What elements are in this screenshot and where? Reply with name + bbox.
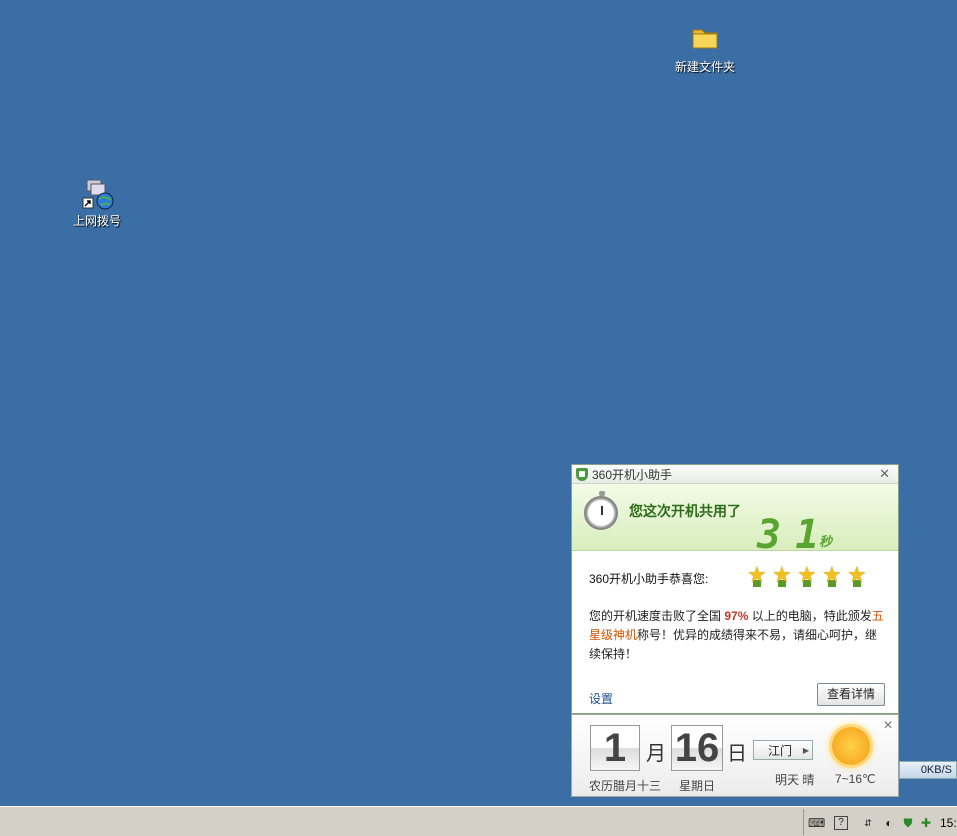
- help-icon[interactable]: ?: [834, 816, 848, 830]
- antivirus-icon[interactable]: ◐: [881, 816, 897, 830]
- keyboard-icon[interactable]: ⌨: [808, 816, 825, 830]
- boot-seconds-unit: 秒: [819, 534, 833, 549]
- star-medal-icon: ★: [747, 562, 767, 587]
- taskbar: ⌨ ? ⇵ ◐ ⛊ ✚ 15:: [0, 806, 957, 836]
- result-paragraph: 您的开机速度击败了全国 97% 以上的电脑，特此颁发五星级神机称号！优异的成绩得…: [589, 607, 889, 664]
- congrats-text: 360开机小助手恭喜您:: [589, 572, 709, 586]
- stopwatch-icon: [584, 491, 618, 530]
- city-selector[interactable]: 江门 ▶: [753, 740, 813, 760]
- weekday: 星期日: [679, 779, 716, 793]
- day-label: 日: [727, 743, 747, 765]
- network-dialup-icon: [81, 178, 114, 210]
- lunar-date: 农历腊月十三: [589, 779, 662, 793]
- network-speed-indicator: 0KB/S: [899, 761, 957, 779]
- result-text-2: 以上的电脑，特此颁发: [751, 609, 872, 623]
- city-name: 江门: [768, 744, 793, 758]
- popup-title: 360开机小助手: [592, 467, 673, 482]
- input-switch-icon[interactable]: ⇵: [860, 816, 876, 830]
- system-tray: ⌨ ? ⇵ ◐ ⛊ ✚ 15:: [803, 809, 957, 835]
- temperature-range: 7~16℃: [835, 772, 876, 786]
- shield-icon: [576, 467, 588, 481]
- month-label: 月: [646, 743, 666, 765]
- desktop-icon-dialup[interactable]: 上网拨号: [52, 178, 142, 229]
- close-icon[interactable]: ✕: [879, 466, 890, 482]
- popup-titlebar: 360开机小助手 ✕: [572, 465, 898, 484]
- star-medal-icon: ★: [822, 562, 842, 587]
- month-card: 1: [590, 725, 640, 771]
- beat-percent: 97%: [724, 609, 749, 623]
- view-details-button[interactable]: 查看详情: [817, 683, 885, 706]
- star-medal-icon: ★: [847, 562, 867, 587]
- clock[interactable]: 15:: [940, 816, 957, 830]
- boot-assistant-popup: 360开机小助手 ✕ 您这次开机共用了 31 秒 360开机小助手恭喜您: ★ …: [571, 464, 899, 714]
- boot-time-banner: 您这次开机共用了 31 秒: [572, 484, 898, 558]
- desktop-icon-label: 新建文件夹: [674, 60, 735, 74]
- boot-time-message: 您这次开机共用了: [629, 503, 741, 519]
- folder-icon: [689, 24, 721, 56]
- star-medal-icon: ★: [797, 562, 817, 587]
- chevron-right-icon: ▶: [802, 746, 809, 755]
- desktop-icon-label: 上网拨号: [72, 214, 121, 228]
- day-card: 16: [671, 725, 723, 771]
- settings-link[interactable]: 设置: [589, 690, 613, 707]
- tomorrow-forecast: 明天 晴: [775, 773, 815, 787]
- plus-icon[interactable]: ✚: [918, 816, 934, 830]
- desktop-icon-new-folder[interactable]: 新建文件夹: [660, 24, 750, 75]
- sun-icon: [832, 727, 870, 765]
- result-text-1: 您的开机速度击败了全国: [589, 609, 722, 623]
- close-icon[interactable]: ✕: [883, 718, 893, 732]
- calendar-weather-widget: 1 月 16 日 农历腊月十三 星期日 江门 ▶ 明天 晴 7~16℃ ✕: [571, 714, 899, 797]
- star-medal-icon: ★: [772, 562, 792, 587]
- rating-stars: ★ ★ ★ ★ ★: [747, 562, 867, 587]
- shield-icon[interactable]: ⛊: [900, 816, 916, 830]
